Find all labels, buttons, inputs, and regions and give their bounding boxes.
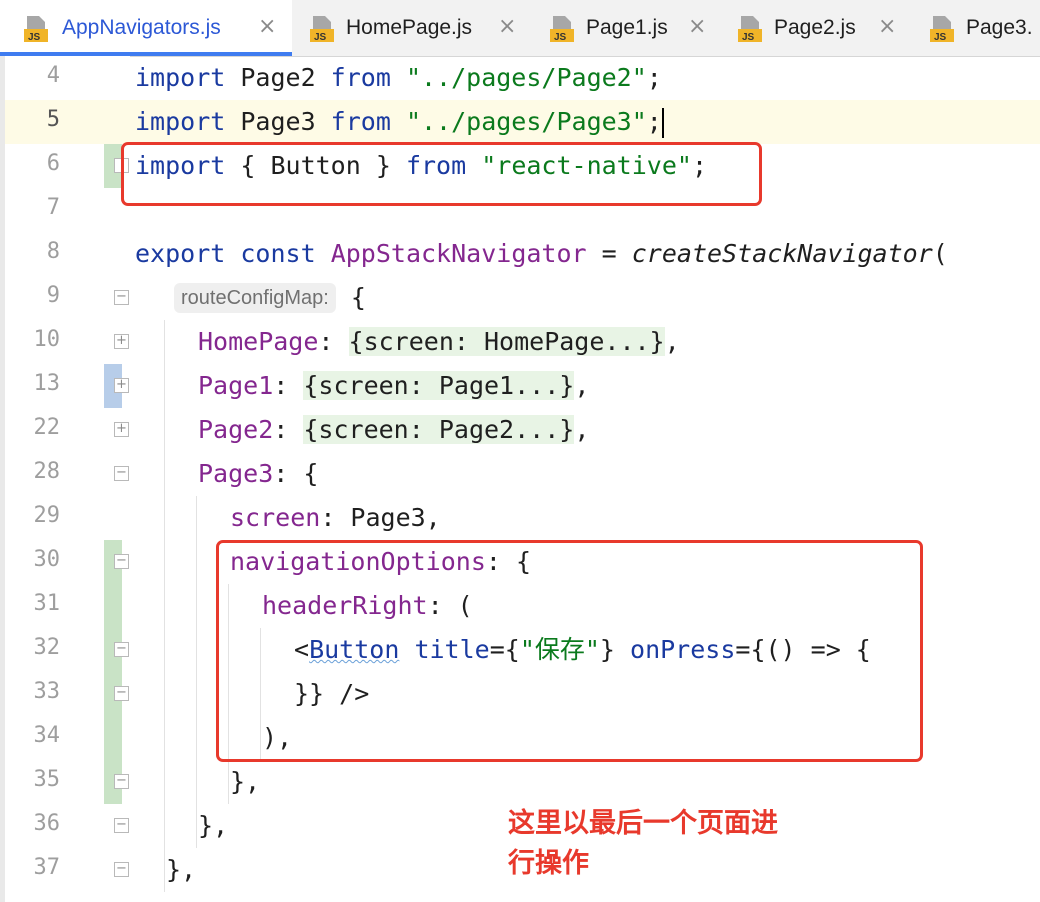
line-number: 34 — [33, 723, 61, 748]
line-number: 4 — [46, 63, 60, 88]
line-number: 8 — [46, 239, 60, 264]
line-number: 33 — [33, 679, 61, 704]
tab-title: AppNavigators.js — [62, 16, 221, 39]
js-file-icon: JS — [310, 16, 334, 43]
tab-title: Page1.js — [586, 16, 668, 39]
line-number: 32 — [33, 635, 61, 660]
editor-gutter: 4 5 6 7 8 9 10 13 22 28 29 30 31 32 33 3… — [0, 56, 130, 902]
js-badge: JS — [314, 32, 327, 43]
line-number: 29 — [33, 503, 61, 528]
fold-collapse-icon[interactable]: − — [114, 642, 129, 657]
code-line-8: export const AppStackNavigator = createS… — [135, 239, 948, 268]
js-file-icon: JS — [738, 16, 762, 43]
js-badge: JS — [28, 32, 41, 43]
js-badge: JS — [742, 32, 755, 43]
fold-end-icon[interactable]: − — [114, 774, 129, 789]
code-line-22: Page2: {screen: Page2...}, — [198, 415, 590, 444]
fold-collapse-icon[interactable]: − — [114, 290, 129, 305]
close-icon[interactable]: × — [878, 14, 896, 39]
tab-homepage[interactable]: JS HomePage.js × — [298, 0, 530, 56]
tab-title: Page3. — [966, 16, 1033, 39]
tab-title: HomePage.js — [346, 16, 473, 39]
tab-page1[interactable]: JS Page1.js × — [538, 0, 720, 56]
close-icon[interactable]: × — [688, 14, 706, 39]
fold-end-icon[interactable]: − — [114, 862, 129, 877]
highlight-box-navigation-options — [216, 540, 923, 762]
line-number: 31 — [33, 591, 61, 616]
js-file-icon: JS — [550, 16, 574, 43]
code-line-9: routeConfigMap: { — [174, 276, 366, 320]
line-number: 13 — [33, 371, 61, 396]
line-number: 30 — [33, 547, 61, 572]
js-badge: JS — [934, 32, 947, 43]
tab-title: Page2.js — [774, 16, 856, 39]
close-icon[interactable]: × — [258, 14, 276, 39]
line-number: 6 — [46, 151, 60, 176]
parameter-hint: routeConfigMap: — [174, 283, 336, 313]
fold-expand-icon[interactable]: + — [114, 422, 129, 437]
js-file-icon: JS — [930, 16, 954, 43]
tab-appnavigators[interactable]: JS AppNavigators.js × — [0, 0, 292, 56]
code-line-35: }, — [230, 767, 261, 796]
indent-guide — [196, 496, 197, 848]
line-number: 9 — [46, 283, 60, 308]
folded-region[interactable]: {screen: Page2...} — [303, 415, 575, 444]
line-number: 22 — [33, 415, 61, 440]
annotation-note: 这里以最后一个页面进 行操作 — [508, 808, 778, 879]
line-number: 5 — [46, 107, 60, 132]
code-line-13: Page1: {screen: Page1...}, — [198, 371, 590, 400]
editor-tab-bar: JS AppNavigators.js × JS HomePage.js × J… — [0, 0, 1040, 57]
code-line-10: HomePage: {screen: HomePage...}, — [198, 327, 680, 356]
tab-page2[interactable]: JS Page2.js × — [726, 0, 910, 56]
code-line-4: import Page2 from "../pages/Page2"; — [135, 63, 662, 92]
line-number: 37 — [33, 855, 61, 880]
js-badge: JS — [554, 32, 567, 43]
highlight-box-import — [121, 142, 762, 206]
code-line-37: }, — [166, 855, 197, 884]
code-line-29: screen: Page3, — [230, 503, 441, 532]
line-number: 10 — [33, 327, 61, 352]
fold-expand-icon[interactable]: + — [114, 378, 129, 393]
folded-region[interactable]: {screen: Page1...} — [303, 371, 575, 400]
fold-expand-icon[interactable]: + — [114, 334, 129, 349]
folded-region[interactable]: {screen: HomePage...} — [348, 327, 665, 356]
line-number: 28 — [33, 459, 61, 484]
line-number: 7 — [46, 195, 60, 220]
code-line-28: Page3: { — [198, 459, 319, 488]
code-line-36: }, — [198, 811, 229, 840]
line-number: 36 — [33, 811, 61, 836]
fold-collapse-icon[interactable]: − — [114, 466, 129, 481]
line-number: 35 — [33, 767, 61, 792]
fold-collapse-icon[interactable]: − — [114, 554, 129, 569]
tab-page3[interactable]: JS Page3. — [918, 0, 1040, 56]
change-marker — [104, 540, 122, 804]
close-icon[interactable]: × — [498, 14, 516, 39]
fold-end-icon[interactable]: − — [114, 686, 129, 701]
js-file-icon: JS — [24, 16, 48, 43]
text-cursor — [661, 108, 664, 138]
fold-end-icon[interactable]: − — [114, 818, 129, 833]
indent-guide — [164, 320, 165, 892]
code-line-5: import Page3 from "../pages/Page3"; — [135, 107, 664, 138]
